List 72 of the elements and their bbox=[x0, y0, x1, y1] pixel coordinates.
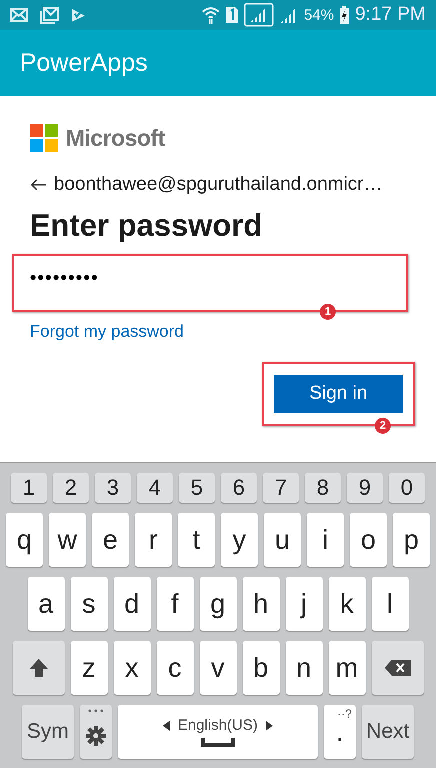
letter-key[interactable]: m bbox=[328, 641, 366, 695]
letter-key[interactable]: l bbox=[372, 577, 408, 631]
letter-key[interactable]: t bbox=[178, 513, 215, 567]
letter-key[interactable]: g bbox=[200, 577, 236, 631]
letter-key[interactable]: s bbox=[70, 577, 108, 631]
number-key[interactable]: 4 bbox=[137, 473, 173, 503]
key-hint: ··? bbox=[337, 707, 352, 721]
number-key[interactable]: 6 bbox=[221, 473, 257, 503]
letter-key[interactable]: j bbox=[286, 577, 322, 631]
letter-key[interactable]: y bbox=[221, 513, 258, 567]
language-label: English(US) bbox=[178, 717, 258, 734]
brand-name: Microsoft bbox=[66, 124, 165, 152]
number-key[interactable]: 3 bbox=[95, 473, 131, 503]
left-triangle-icon bbox=[162, 720, 170, 730]
number-key[interactable]: 5 bbox=[179, 473, 215, 503]
number-key[interactable]: 0 bbox=[389, 473, 425, 503]
space-key[interactable]: English(US) bbox=[118, 705, 318, 759]
number-badge: 1 bbox=[320, 304, 336, 320]
letter-key[interactable]: b bbox=[242, 641, 280, 695]
more-dots-icon bbox=[88, 709, 104, 713]
battery-percent: 54% bbox=[304, 6, 334, 24]
letter-key[interactable]: z bbox=[70, 641, 108, 695]
letter-key[interactable]: a bbox=[28, 577, 64, 631]
sign-in-button[interactable]: Sign in bbox=[274, 375, 403, 413]
letter-key[interactable]: w bbox=[49, 513, 86, 567]
next-key[interactable]: Next bbox=[362, 705, 414, 759]
letter-key[interactable]: d bbox=[114, 577, 150, 631]
letter-key[interactable]: e bbox=[92, 513, 129, 567]
letter-key[interactable]: q bbox=[6, 513, 43, 567]
period-key[interactable]: . ··? bbox=[324, 705, 356, 759]
page-heading: Enter password bbox=[30, 208, 264, 244]
battery-charging-icon bbox=[340, 6, 350, 24]
email-stack-icon bbox=[40, 6, 59, 24]
letter-key[interactable]: v bbox=[200, 641, 236, 695]
letter-key[interactable]: k bbox=[328, 577, 366, 631]
mail-icon bbox=[10, 8, 28, 22]
sim-icon bbox=[226, 7, 238, 23]
signal-icon bbox=[244, 3, 274, 27]
letter-key[interactable]: f bbox=[156, 577, 194, 631]
wifi-icon bbox=[202, 6, 220, 24]
letter-key[interactable]: n bbox=[286, 641, 322, 695]
letter-key[interactable]: o bbox=[350, 513, 387, 567]
letter-key[interactable]: c bbox=[156, 641, 194, 695]
space-bar-icon bbox=[201, 738, 235, 747]
backspace-icon bbox=[384, 660, 410, 676]
letter-key[interactable]: p bbox=[393, 513, 430, 567]
four-square-logo-icon bbox=[30, 124, 58, 152]
number-badge: 2 bbox=[375, 418, 391, 434]
number-key[interactable]: 9 bbox=[347, 473, 383, 503]
settings-icon bbox=[86, 726, 106, 746]
letter-key[interactable]: x bbox=[114, 641, 150, 695]
account-email: boonthawee@spguruthailand.onmicr… bbox=[54, 174, 383, 196]
password-field[interactable]: ••••••••• bbox=[30, 264, 400, 298]
clock-time: 9:17 PM bbox=[355, 4, 426, 26]
number-key[interactable]: 1 bbox=[11, 473, 47, 503]
number-key[interactable]: 8 bbox=[305, 473, 341, 503]
number-key[interactable]: 2 bbox=[53, 473, 89, 503]
check-flag-icon bbox=[71, 8, 86, 22]
letter-key[interactable]: h bbox=[242, 577, 280, 631]
app-title: PowerApps bbox=[20, 48, 148, 78]
letter-key[interactable]: i bbox=[307, 513, 344, 567]
up-arrow-icon bbox=[28, 658, 48, 678]
backspace-key[interactable] bbox=[372, 641, 424, 695]
symbols-key[interactable]: Sym bbox=[22, 705, 74, 759]
number-key[interactable]: 7 bbox=[263, 473, 299, 503]
shift-key[interactable] bbox=[12, 641, 64, 695]
letter-key[interactable]: u bbox=[264, 513, 301, 567]
forgot-password-link[interactable]: Forgot my password bbox=[30, 322, 184, 342]
right-triangle-icon bbox=[266, 720, 274, 730]
back-arrow-icon[interactable] bbox=[30, 179, 46, 191]
settings-key[interactable] bbox=[80, 705, 112, 759]
letter-key[interactable]: r bbox=[135, 513, 172, 567]
